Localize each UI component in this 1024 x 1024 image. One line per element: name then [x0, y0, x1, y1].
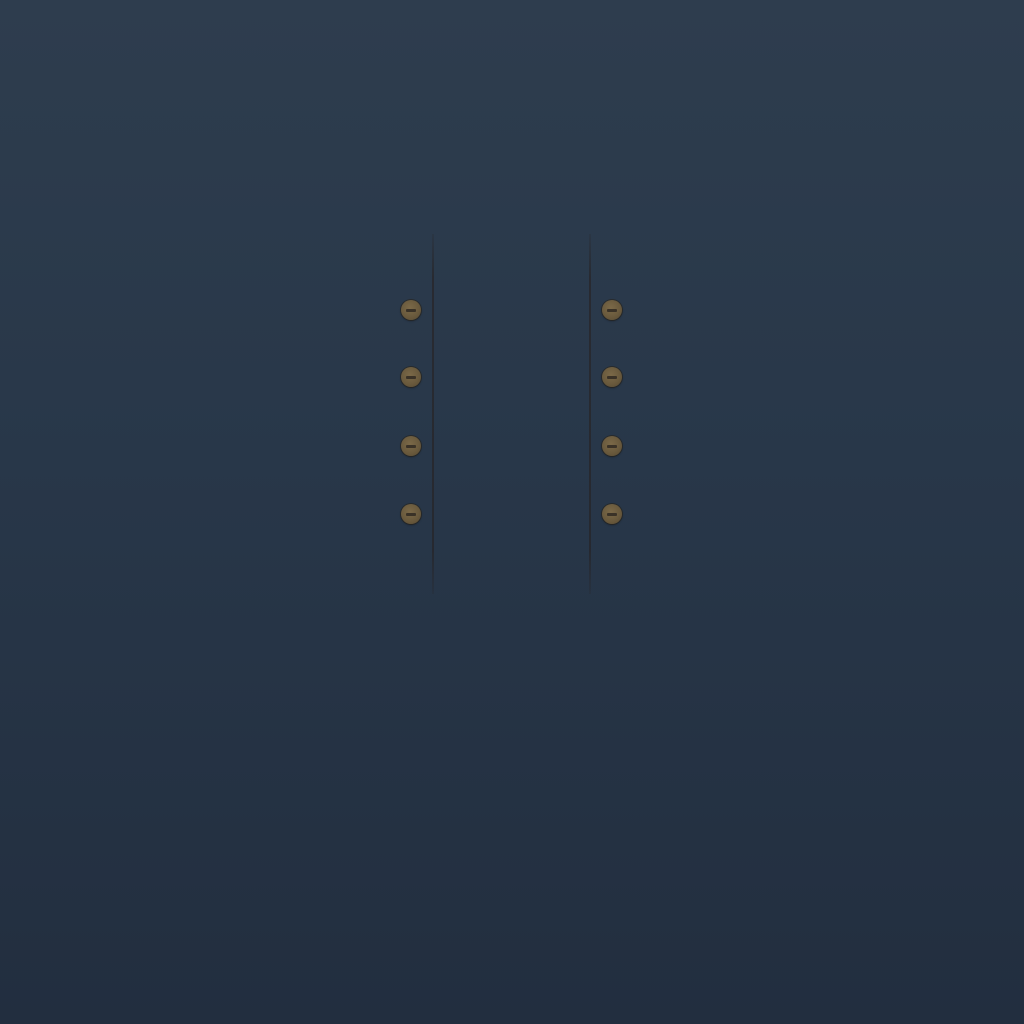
screw-icon [602, 300, 622, 320]
screw-icon [401, 504, 421, 524]
screw-icon [401, 367, 421, 387]
screw-icon [602, 367, 622, 387]
left-rail [432, 234, 434, 594]
canvas-area [0, 0, 1024, 1024]
screw-icon [401, 300, 421, 320]
screw-icon [401, 436, 421, 456]
screw-icon [602, 504, 622, 524]
screw-icon [602, 436, 622, 456]
right-rail [589, 234, 591, 594]
